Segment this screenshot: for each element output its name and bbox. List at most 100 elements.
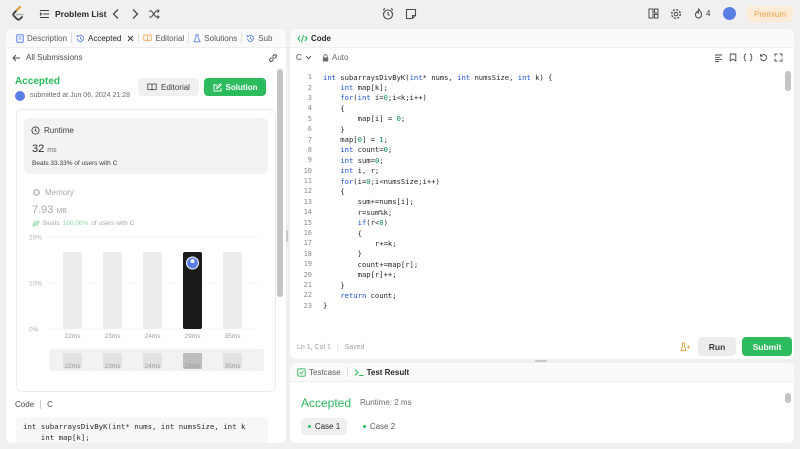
user-avatar[interactable] [723,7,736,20]
code-line[interactable]: 18 } [290,249,794,259]
code-line[interactable]: 2 int map[k]; [290,82,794,92]
code-line[interactable]: 4 { [290,103,794,113]
braces-icon[interactable] [743,53,753,62]
y-tick-label: 10% [29,281,42,288]
lock-icon [322,53,329,62]
chart-bar[interactable] [223,252,242,329]
code-line[interactable]: 3 for(int i=0;i<k;i++) [290,93,794,103]
indent-mode-select[interactable]: Auto [322,53,348,62]
tab-solutions[interactable]: Solutions [189,29,241,48]
runtime-header: Runtime [31,126,74,135]
terminal-icon [354,368,364,377]
chevron-left-icon[interactable] [111,8,121,20]
chevron-down-icon [305,55,312,60]
code-text: map[0] = 1; [323,135,388,145]
code-line[interactable]: 14 r=sum%k; [290,207,794,217]
runtime-value: 32 ms [32,143,57,155]
line-number: 11 [303,177,312,186]
code-line[interactable]: 12 { [290,186,794,196]
code-line[interactable]: 11 for(i=0;i<numsSize;i++) [290,176,794,186]
runtime-card[interactable]: Runtime 32 ms Beats 33.33% of users with … [24,118,268,174]
problem-list-link[interactable]: Problem List [55,9,106,19]
code-preview[interactable]: int subarraysDivByK(int* nums, int numsS… [16,417,268,443]
x-tick-label: 29ms [185,333,202,340]
chart-bar[interactable] [103,252,122,329]
code-line[interactable]: 15 if(r<0) [290,217,794,227]
format-icon[interactable] [714,54,723,62]
code-line[interactable]: 10 int i, r; [290,166,794,176]
code-text: int i, r; [340,166,380,176]
line-number: 19 [303,260,312,269]
chart-bar[interactable] [143,252,162,329]
tab-testcase[interactable]: Testcase [297,368,341,377]
code-text: count+=map[r]; [323,259,419,269]
tab-test-result[interactable]: Test Result [354,368,409,377]
tab-submissions[interactable]: Sub [242,29,276,48]
case-2-tab[interactable]: Case 2 [356,418,402,435]
tab-editorial[interactable]: Editorial [139,29,188,48]
code-line[interactable]: 5 map[i] = 0; [290,114,794,124]
reset-icon[interactable] [759,53,768,62]
avatar [15,91,25,101]
tab-description[interactable]: Description [12,29,71,48]
solution-button[interactable]: Solution [204,78,266,96]
all-submissions-link[interactable]: All Submissions [12,53,82,62]
tab-code[interactable]: Code [290,29,794,48]
case-1-tab[interactable]: Case 1 [301,418,347,435]
maximize-icon[interactable] [774,53,783,62]
layout-grid-icon[interactable] [648,8,659,19]
checkbox-icon [297,367,306,377]
close-icon[interactable] [127,35,134,42]
code-line[interactable]: 6 } [290,124,794,134]
problem-list-icon[interactable] [39,9,50,19]
editorial-button[interactable]: Editorial [138,78,199,96]
code-line[interactable]: 13 sum+=nums[i]; [290,197,794,207]
code-line[interactable]: 22 return count; [290,290,794,300]
code-line[interactable]: 1 int subarraysDivByK(int* nums, int nums… [290,72,794,82]
horizontal-resize-handle[interactable] [535,360,547,362]
editorial-icon [143,34,152,42]
leetcode-logo-icon[interactable] [11,6,25,22]
code-line[interactable]: 19 count+=map[r]; [290,259,794,269]
test-result-runtime: Runtime: 2 ms [360,398,412,407]
code-line[interactable]: 7 map[0] = 1; [290,134,794,144]
line-number: 10 [303,166,312,175]
x-tick-label: 22ms [65,333,82,340]
chart-bar[interactable] [63,252,82,329]
streak-counter[interactable]: 4 [694,8,710,19]
vertical-resize-handle[interactable] [286,230,288,242]
shuffle-icon[interactable] [148,8,160,20]
code-text: for(i=0;i<numsSize;i++) [340,176,440,186]
line-number: 7 [307,135,312,144]
premium-button[interactable]: Premium [747,6,793,22]
memory-header[interactable]: Memory [32,188,74,197]
code-line[interactable]: 8 int count=0; [290,145,794,155]
scrollbar[interactable] [785,71,791,91]
submit-button[interactable]: Submit [742,337,792,356]
code-editor[interactable]: 1 int subarraysDivByK(int* nums, int nums… [290,72,794,311]
code-line[interactable]: 20 map[r]++; [290,269,794,279]
code-text: } [323,249,362,259]
code-line[interactable]: 21 } [290,280,794,290]
note-icon[interactable] [403,6,419,22]
code-line[interactable]: 16 { [290,228,794,238]
bookmark-icon[interactable] [729,53,737,62]
divider [40,400,42,409]
code-text: int sum=0; [340,155,384,165]
code-line[interactable]: 23} [290,301,794,311]
code-line[interactable]: 17 r+=k; [290,238,794,248]
link-icon[interactable] [268,53,278,63]
gear-icon[interactable] [670,8,682,20]
clock-icon [31,126,40,135]
language-select[interactable]: C [296,53,312,62]
run-button[interactable]: Run [698,337,736,356]
line-number: 14 [303,208,312,217]
code-line[interactable]: 9 int sum=0; [290,155,794,165]
tab-accepted[interactable]: Accepted [72,29,138,48]
chevron-right-icon[interactable] [130,8,140,20]
avatar-head [190,259,195,263]
alarm-clock-icon[interactable] [380,6,396,22]
scrollbar[interactable] [277,69,283,297]
console-icon[interactable] [680,342,691,352]
scrollbar[interactable] [785,393,791,403]
